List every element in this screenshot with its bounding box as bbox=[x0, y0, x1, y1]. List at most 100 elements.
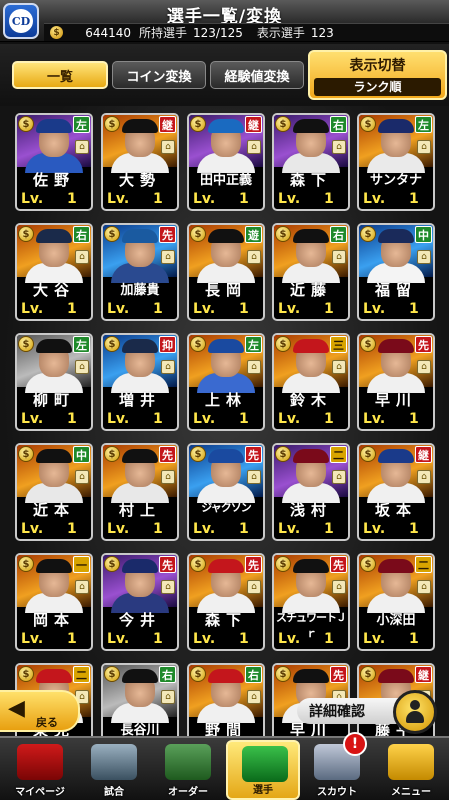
back-button[interactable]: ◀ 戻る bbox=[0, 690, 80, 732]
level-value: 1 bbox=[67, 411, 77, 427]
level-value: 1 bbox=[67, 631, 77, 647]
coin-convertible-icon: $ bbox=[18, 336, 34, 352]
player-card[interactable]: $ 二 ⌂ 浅村 Lv. 1 bbox=[272, 443, 350, 541]
player-card[interactable]: $ 抑 ⌂ 増井 Lv. 1 bbox=[101, 333, 179, 431]
level-value: 1 bbox=[409, 191, 419, 207]
position-badge: 継 bbox=[159, 116, 176, 133]
coin-convertible-icon: $ bbox=[190, 226, 206, 242]
tab-coin-convert[interactable]: コイン変換 bbox=[112, 61, 206, 89]
player-card[interactable]: $ 左 ⌂ 佐野 Lv. 1 bbox=[15, 113, 93, 211]
level-label: Lv. bbox=[107, 631, 130, 647]
player-card[interactable]: $ 先 ⌂ 早川 Lv. 1 bbox=[357, 333, 435, 431]
level-label: Lv. bbox=[21, 631, 44, 647]
coin-convertible-icon: $ bbox=[18, 666, 34, 682]
rank-up-icon: ⌂ bbox=[332, 470, 346, 484]
player-card[interactable]: $ 継 ⌂ 大勢 Lv. 1 bbox=[101, 113, 179, 211]
rank-up-icon: ⌂ bbox=[75, 140, 89, 154]
nav-item[interactable]: 選手 bbox=[226, 740, 300, 800]
player-card[interactable]: $ 左 ⌂ サンタナ Lv. 1 bbox=[357, 113, 435, 211]
nav-item[interactable]: マイページ bbox=[3, 740, 77, 800]
rank-up-icon: ⌂ bbox=[417, 250, 431, 264]
rank-up-icon: ⌂ bbox=[161, 690, 175, 704]
level-label: Lv. bbox=[193, 191, 216, 207]
player-name: 加藤貴 bbox=[120, 283, 160, 298]
position-badge: 二 bbox=[415, 556, 432, 573]
tab-list[interactable]: 一覧 bbox=[12, 61, 108, 89]
player-card[interactable]: $ 先 ⌂ 森下 Lv. 1 bbox=[187, 553, 265, 651]
rank-up-icon: ⌂ bbox=[75, 250, 89, 264]
rank-up-icon: ⌂ bbox=[161, 470, 175, 484]
detail-check: 詳細確認 bbox=[297, 690, 449, 734]
position-badge: 右 bbox=[73, 226, 90, 243]
player-card[interactable]: $ 三 ⌂ 鈴木 Lv. 1 bbox=[272, 333, 350, 431]
coin-convertible-icon: $ bbox=[275, 116, 291, 132]
level-label: Lv. bbox=[193, 411, 216, 427]
player-card[interactable]: $ 中 ⌂ 福留 Lv. 1 bbox=[357, 223, 435, 321]
player-name: 鈴木 bbox=[289, 391, 332, 409]
player-card[interactable]: $ 左 ⌂ 柳町 Lv. 1 bbox=[15, 333, 93, 431]
coin-convertible-icon: $ bbox=[104, 226, 120, 242]
player-card[interactable]: $ 先 ⌂ スチュワートＪｒ Lv. 1 bbox=[272, 553, 350, 651]
level-label: Lv. bbox=[363, 631, 386, 647]
rank-up-icon: ⌂ bbox=[75, 580, 89, 594]
player-name: 福留 bbox=[374, 281, 417, 299]
level-label: Lv. bbox=[107, 301, 130, 317]
rank-up-icon: ⌂ bbox=[417, 140, 431, 154]
level-value: 1 bbox=[239, 631, 249, 647]
level-label: Lv. bbox=[278, 521, 301, 537]
level-value: 1 bbox=[153, 631, 163, 647]
level-value: 1 bbox=[324, 631, 334, 647]
position-badge: 二 bbox=[330, 446, 347, 463]
rank-up-icon: ⌂ bbox=[332, 360, 346, 374]
displayed-players-label: 表示選手 bbox=[256, 26, 305, 40]
nav-item[interactable]: 試合 bbox=[77, 740, 151, 800]
level-value: 1 bbox=[239, 191, 249, 207]
level-label: Lv. bbox=[193, 521, 216, 537]
position-badge: 先 bbox=[415, 336, 432, 353]
rank-up-icon: ⌂ bbox=[247, 140, 261, 154]
rank-up-icon: ⌂ bbox=[332, 580, 346, 594]
player-card[interactable]: $ 先 ⌂ 今井 Lv. 1 bbox=[101, 553, 179, 651]
rank-up-icon: ⌂ bbox=[247, 580, 261, 594]
player-card[interactable]: $ 先 ⌂ ジャクソン Lv. 1 bbox=[187, 443, 265, 541]
player-name: 森下 bbox=[204, 611, 247, 629]
player-name: スチュワートＪｒ bbox=[276, 611, 347, 640]
level-label: Lv. bbox=[363, 521, 386, 537]
player-card[interactable]: $ 右 ⌂ 近藤 Lv. 1 bbox=[272, 223, 350, 321]
player-name: ジャクソン bbox=[201, 501, 251, 514]
rank-up-icon: ⌂ bbox=[417, 580, 431, 594]
detail-check-button[interactable] bbox=[393, 690, 437, 734]
position-badge: 遊 bbox=[245, 226, 262, 243]
player-card[interactable]: $ 中 ⌂ 近本 Lv. 1 bbox=[15, 443, 93, 541]
level-value: 1 bbox=[153, 411, 163, 427]
back-arrow-icon: ◀ bbox=[8, 696, 25, 721]
coin-convertible-icon: $ bbox=[104, 446, 120, 462]
player-card[interactable]: $ 左 ⌂ 上林 Lv. 1 bbox=[187, 333, 265, 431]
level-value: 1 bbox=[239, 411, 249, 427]
player-card[interactable]: $ 右 ⌂ 大谷 Lv. 1 bbox=[15, 223, 93, 321]
level-label: Lv. bbox=[107, 411, 130, 427]
tab-exp-convert[interactable]: 経験値変換 bbox=[210, 61, 304, 89]
level-label: Lv. bbox=[21, 301, 44, 317]
player-name: 上林 bbox=[204, 391, 247, 409]
display-toggle-button[interactable]: 表示切替 ランク順 bbox=[308, 50, 447, 100]
player-card[interactable]: $ 継 ⌂ 田中正義 Lv. 1 bbox=[187, 113, 265, 211]
level-label: Lv. bbox=[107, 191, 130, 207]
player-card[interactable]: $ 先 ⌂ 村上 Lv. 1 bbox=[101, 443, 179, 541]
player-name: 村上 bbox=[118, 501, 161, 519]
player-card[interactable]: $ 二 ⌂ 小深田 Lv. 1 bbox=[357, 553, 435, 651]
coin-convertible-icon: $ bbox=[360, 556, 376, 572]
position-badge: 右 bbox=[159, 666, 176, 683]
rank-up-icon: ⌂ bbox=[247, 690, 261, 704]
nav-item[interactable]: メニュー bbox=[374, 740, 448, 800]
position-badge: 先 bbox=[330, 666, 347, 683]
player-card[interactable]: $ 先 ⌂ 加藤貴 Lv. 1 bbox=[101, 223, 179, 321]
player-card[interactable]: $ 一 ⌂ 岡本 Lv. 1 bbox=[15, 553, 93, 651]
level-value: 1 bbox=[153, 191, 163, 207]
nav-item[interactable]: オーダー bbox=[151, 740, 225, 800]
player-card[interactable]: $ 遊 ⌂ 長岡 Lv. 1 bbox=[187, 223, 265, 321]
nav-label: メニュー bbox=[391, 787, 431, 798]
player-card[interactable]: $ 右 ⌂ 森下 Lv. 1 bbox=[272, 113, 350, 211]
player-card[interactable]: $ 継 ⌂ 坂本 Lv. 1 bbox=[357, 443, 435, 541]
owned-players-count: 123/125 bbox=[193, 25, 243, 40]
